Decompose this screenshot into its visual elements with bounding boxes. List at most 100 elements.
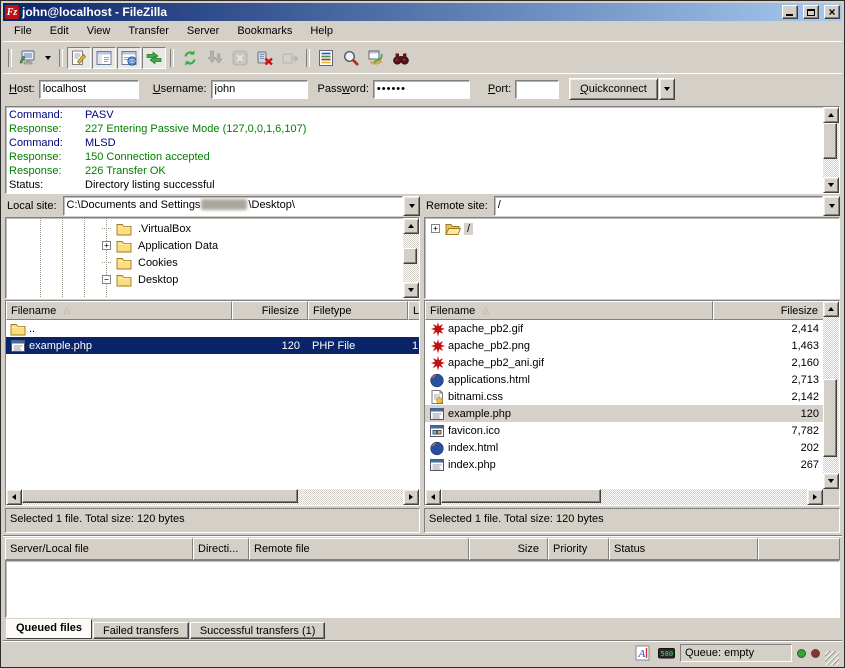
file-row-example-php[interactable]: example.php120 [425, 405, 823, 422]
collapse-toggle-icon[interactable]: − [102, 275, 111, 284]
toolbar-compare-button[interactable] [339, 47, 363, 69]
local-list-hscrollbar[interactable] [6, 489, 419, 505]
scroll-down-button[interactable] [823, 177, 839, 193]
port-input[interactable] [515, 80, 559, 99]
file-row-apache-pb2-gif[interactable]: apache_pb2.gif2,414 [425, 320, 823, 337]
scrollbar-thumb[interactable] [823, 379, 837, 457]
menu-item-help[interactable]: Help [301, 22, 342, 40]
column-header-filesize[interactable]: Filesize [232, 301, 308, 320]
local-path-combobox[interactable]: C:\Documents and Settings\Desktop\ [63, 196, 420, 216]
toolbar-toggle-local-tree-button[interactable] [92, 47, 116, 69]
file-row-[interactable]: .. [6, 320, 419, 337]
file-row-favicon-ico[interactable]: favicon.ico7,782 [425, 422, 823, 439]
tree-item-desktop[interactable]: −Desktop [6, 271, 403, 288]
column-header-filename[interactable]: Filename△ [425, 301, 713, 320]
file-row-index-php[interactable]: index.php267 [425, 456, 823, 473]
maximize-button[interactable] [803, 5, 819, 19]
tab-successful-transfers-1[interactable]: Successful transfers (1) [190, 622, 326, 639]
minimize-button[interactable] [782, 5, 798, 19]
column-header-l[interactable]: L [408, 301, 419, 320]
remote-list-hscrollbar[interactable] [425, 489, 823, 505]
scroll-down-button[interactable] [403, 282, 419, 298]
expand-toggle-icon[interactable]: + [102, 241, 111, 250]
column-header-filename[interactable]: Filename△ [6, 301, 232, 320]
tab-queued-files[interactable]: Queued files [6, 619, 92, 639]
message-log-scrollbar[interactable] [823, 107, 839, 193]
transfer-queue-body[interactable] [5, 560, 840, 618]
quickconnect-dropdown-button[interactable] [659, 78, 675, 100]
scroll-up-button[interactable] [823, 107, 839, 123]
toolbar-site-manager-button[interactable] [16, 47, 40, 69]
tree-item-cookies[interactable]: Cookies [6, 254, 403, 271]
toolbar-toggle-remote-tree-button[interactable] [117, 47, 141, 69]
host-input[interactable] [39, 80, 139, 99]
toolbar-cancel-button[interactable] [228, 47, 252, 69]
menu-item-bookmarks[interactable]: Bookmarks [228, 22, 301, 40]
remote-list-body[interactable]: apache_pb2.gif2,414apache_pb2.png1,463ap… [425, 320, 823, 489]
local-path-value[interactable]: C:\Documents and Settings\Desktop\ [63, 196, 403, 216]
file-row-example-php[interactable]: example.php120PHP File1 [6, 337, 419, 354]
file-row-bitnami-css[interactable]: bitnami.css2,142 [425, 388, 823, 405]
resize-grip[interactable] [825, 651, 839, 665]
scrollbar-thumb[interactable] [403, 248, 417, 264]
expand-toggle-icon[interactable]: + [431, 224, 440, 233]
menu-item-file[interactable]: File [5, 22, 41, 40]
scrollbar-track[interactable] [22, 489, 403, 505]
queue-column-header-directi[interactable]: Directi... [193, 538, 249, 560]
menu-item-edit[interactable]: Edit [41, 22, 78, 40]
username-input[interactable] [211, 80, 308, 99]
scroll-right-button[interactable] [403, 489, 419, 505]
speed-limit-icon[interactable]: 580 [657, 645, 675, 661]
scrollbar-track[interactable] [403, 234, 419, 282]
toolbar-disconnect-button[interactable] [253, 47, 277, 69]
scroll-left-button[interactable] [425, 489, 441, 505]
local-list-body[interactable]: ..example.php120PHP File1 [6, 320, 419, 489]
toolbar-toggle-log-button[interactable] [67, 47, 91, 69]
scroll-up-button[interactable] [823, 301, 839, 317]
queue-column-header-priority[interactable]: Priority [548, 538, 609, 560]
queue-column-header-remote-file[interactable]: Remote file [249, 538, 469, 560]
scrollbar-track[interactable] [441, 489, 807, 505]
close-button[interactable]: × [824, 5, 840, 19]
scrollbar-track[interactable] [823, 317, 839, 473]
scroll-right-button[interactable] [807, 489, 823, 505]
local-path-dropdown-button[interactable] [403, 196, 420, 216]
scrollbar-track[interactable] [823, 123, 839, 177]
remote-path-value[interactable]: / [494, 196, 823, 216]
tree-item-virtualbox[interactable]: .VirtualBox [6, 220, 403, 237]
scrollbar-thumb[interactable] [823, 123, 837, 159]
file-row-apache-pb2-ani-gif[interactable]: apache_pb2_ani.gif2,160 [425, 354, 823, 371]
column-header-filetype[interactable]: Filetype [308, 301, 408, 320]
transfer-type-icon[interactable]: A [634, 645, 652, 661]
remote-list-vscrollbar[interactable] [823, 301, 839, 489]
scrollbar-thumb[interactable] [22, 489, 298, 503]
queue-column-header-server-local-file[interactable]: Server/Local file [5, 538, 193, 560]
toolbar-reconnect-button[interactable] [278, 47, 302, 69]
password-input[interactable] [373, 80, 470, 99]
scroll-down-button[interactable] [823, 473, 839, 489]
toolbar-toggle-queue-button[interactable] [142, 47, 166, 69]
scroll-left-button[interactable] [6, 489, 22, 505]
quickconnect-button[interactable]: Quickconnect [569, 78, 658, 100]
column-header-filesize[interactable]: Filesize [713, 301, 823, 320]
toolbar-find-files-button[interactable] [389, 47, 413, 69]
toolbar-sync-browsing-button[interactable] [364, 47, 388, 69]
remote-path-dropdown-button[interactable] [823, 196, 840, 216]
menu-item-transfer[interactable]: Transfer [119, 22, 178, 40]
file-row-apache-pb2-png[interactable]: apache_pb2.png1,463 [425, 337, 823, 354]
tree-item-application-data[interactable]: +Application Data [6, 237, 403, 254]
remote-path-combobox[interactable]: / [494, 196, 840, 216]
menu-item-server[interactable]: Server [178, 22, 228, 40]
local-tree-scrollbar[interactable] [403, 218, 419, 298]
scrollbar-thumb[interactable] [441, 489, 601, 503]
menu-item-view[interactable]: View [78, 22, 120, 40]
file-row-applications-html[interactable]: applications.html2,713 [425, 371, 823, 388]
toolbar-process-queue-button[interactable] [203, 47, 227, 69]
toolbar-filter-button[interactable] [314, 47, 338, 69]
queue-column-header-status[interactable]: Status [609, 538, 758, 560]
tree-item-[interactable]: +/ [425, 220, 839, 237]
toolbar-site-manager-dropdown-button[interactable] [41, 47, 55, 69]
tab-failed-transfers[interactable]: Failed transfers [93, 622, 189, 639]
file-row-index-html[interactable]: index.html202 [425, 439, 823, 456]
queue-column-header-size[interactable]: Size [469, 538, 548, 560]
